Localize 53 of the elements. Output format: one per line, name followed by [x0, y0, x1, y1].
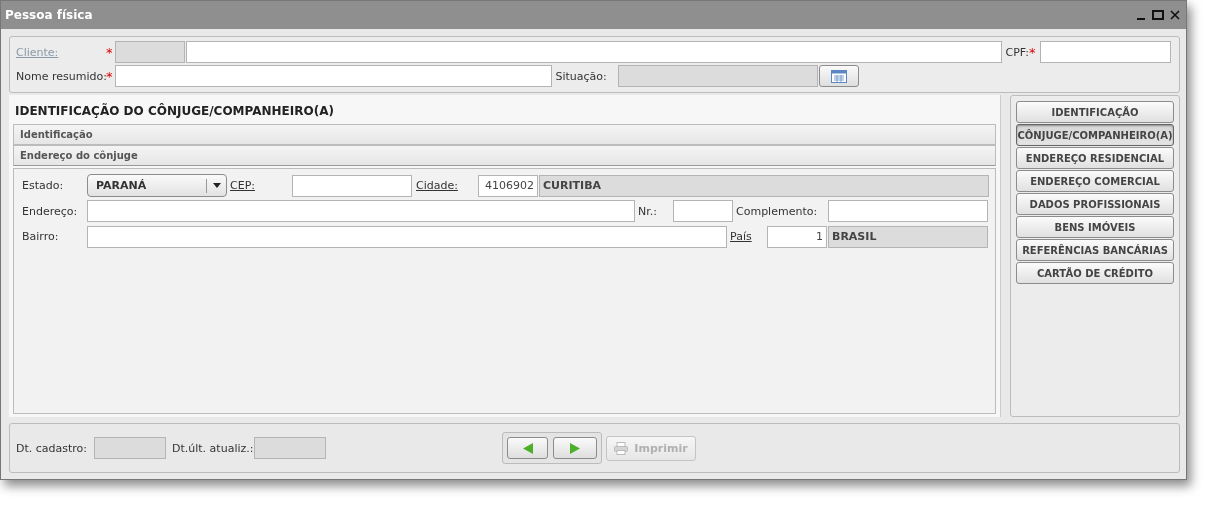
- section-title: IDENTIFICAÇÃO DO CÔNJUGE/COMPANHEIRO(A): [14, 102, 335, 120]
- state-dropdown[interactable]: PARANÁ: [87, 174, 227, 197]
- group-header[interactable]: Endereço do cônjuge: [13, 145, 996, 166]
- field-label: Nr.:: [638, 204, 658, 218]
- previous-button[interactable]: [507, 437, 548, 459]
- menu-button[interactable]: ENDEREÇO COMERCIAL: [1016, 170, 1174, 192]
- field-label: Endereço:: [21, 204, 79, 218]
- next-button[interactable]: [553, 437, 597, 459]
- window-title: Pessoa física: [5, 8, 93, 22]
- group-header[interactable]: Identificação: [13, 124, 996, 145]
- cep-link[interactable]: CEP:: [230, 179, 292, 192]
- menu-button[interactable]: DADOS PROFISSIONAIS: [1016, 193, 1174, 215]
- complement-field[interactable]: [828, 200, 988, 222]
- city-name-field[interactable]: CURITIBA: [539, 174, 989, 197]
- field-label: Dt.últ. atualiz.:: [172, 441, 254, 455]
- updated-date-field: [254, 437, 326, 459]
- city-code-field[interactable]: 4106902: [478, 174, 538, 197]
- country-name-field[interactable]: BRASIL: [828, 225, 988, 248]
- required-mark: *: [106, 45, 114, 59]
- left-arrow-icon: [522, 442, 533, 454]
- field-label: Dt. cadastro:: [16, 441, 89, 455]
- cep-field[interactable]: [292, 174, 412, 197]
- field-label: Complemento:: [736, 204, 819, 218]
- caret-icon: [212, 183, 221, 188]
- printer-icon: [614, 441, 629, 455]
- close-icon[interactable]: [1170, 10, 1180, 20]
- required-mark: *: [1029, 45, 1037, 59]
- cpf-field[interactable]: [1039, 41, 1171, 63]
- field-label: Estado:: [21, 179, 65, 192]
- right-arrow-icon: [570, 442, 580, 454]
- number-field[interactable]: [673, 200, 733, 222]
- field-label: Bairro:: [21, 230, 60, 243]
- menu-button[interactable]: IDENTIFICAÇÃO: [1016, 101, 1174, 123]
- menu-button[interactable]: CARTÃO DE CRÉDITO: [1016, 262, 1174, 284]
- district-field[interactable]: [87, 225, 727, 248]
- short-name-field[interactable]: [114, 65, 552, 87]
- field-label: CPF:: [1005, 45, 1029, 59]
- menu-button[interactable]: ENDEREÇO RESIDENCIAL: [1016, 147, 1174, 169]
- city-link[interactable]: Cidade:: [416, 179, 478, 192]
- required-mark: *: [106, 69, 114, 83]
- menu-button[interactable]: CÔNJUGE/COMPANHEIRO(A): [1016, 124, 1174, 146]
- menu-button[interactable]: BENS IMÓVEIS: [1016, 216, 1174, 238]
- client-name-field[interactable]: [185, 41, 1002, 63]
- country-code-field[interactable]: 1: [767, 225, 827, 248]
- created-date-field: [94, 437, 166, 459]
- address-field[interactable]: [87, 200, 635, 222]
- calendar-button[interactable]: [818, 65, 859, 87]
- calendar-icon: [830, 69, 847, 83]
- menu-button[interactable]: REFERÊNCIAS BANCÁRIAS: [1016, 239, 1174, 261]
- field-label: Nome resumido:: [16, 69, 106, 83]
- country-link[interactable]: País: [730, 230, 767, 243]
- maximize-icon[interactable]: [1152, 10, 1164, 20]
- field-label: Situação:: [555, 69, 608, 83]
